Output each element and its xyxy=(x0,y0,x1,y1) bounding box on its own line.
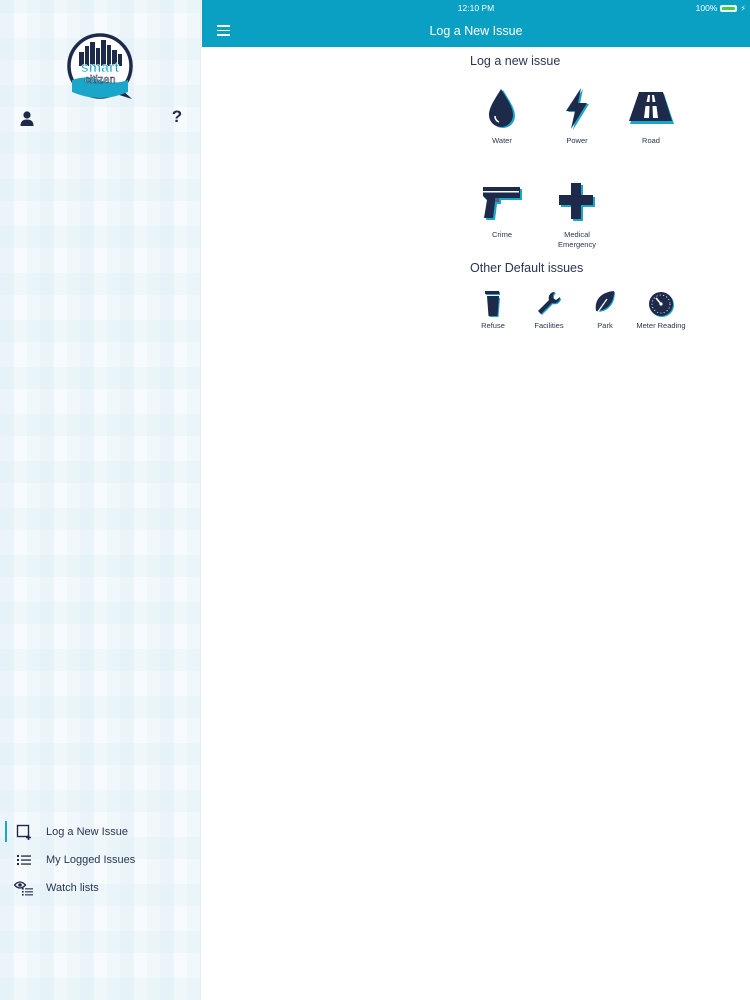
nav-label: Log a New Issue xyxy=(46,826,128,838)
battery-percent: 100% xyxy=(695,3,718,13)
category-label-line2: Emergency xyxy=(558,240,596,249)
default-facilities[interactable]: Facilities xyxy=(524,290,574,331)
default-label: Park xyxy=(597,321,613,330)
category-road[interactable]: Road xyxy=(621,86,681,146)
status-time: 12:10 PM xyxy=(457,3,495,13)
sidebar: smart citizen ? Log a New Issue My Logge… xyxy=(0,0,201,1000)
add-issue-icon xyxy=(14,822,34,842)
default-label: Meter Reading xyxy=(636,321,686,330)
section-title-default-issues: Other Default issues xyxy=(470,261,584,275)
section-title-new-issue: Log a new issue xyxy=(470,54,561,68)
trash-icon xyxy=(485,291,500,317)
nav-label: My Logged Issues xyxy=(46,854,136,866)
top-bar: 12:10 PM 100% ⚡ Log a New Issue xyxy=(202,0,750,47)
help-button[interactable]: ? xyxy=(168,107,186,126)
category-label-line1: Medical xyxy=(564,230,590,239)
category-label: Water xyxy=(492,136,512,145)
default-label: Refuse xyxy=(481,321,505,330)
category-crime[interactable]: Crime xyxy=(472,180,532,240)
wrench-icon xyxy=(538,291,562,315)
default-refuse[interactable]: Refuse xyxy=(468,290,518,331)
category-label: Crime xyxy=(492,230,512,239)
road-icon xyxy=(629,92,674,124)
nav-item-watch-lists[interactable]: Watch lists xyxy=(0,874,200,902)
smart-citizen-logo: smart citizen xyxy=(67,33,133,99)
nav-label: Watch lists xyxy=(46,882,99,894)
category-label: Road xyxy=(642,136,660,145)
side-navigation: Log a New Issue My Logged Issues Watch l… xyxy=(0,818,200,902)
page-title: Log a New Issue xyxy=(429,24,523,38)
nav-item-log-new-issue[interactable]: Log a New Issue xyxy=(0,818,200,846)
svg-text:citizen: citizen xyxy=(84,74,115,86)
charging-icon: ⚡ xyxy=(740,3,746,13)
battery-status: 100% ⚡ xyxy=(696,3,746,13)
medical-cross-icon xyxy=(559,183,595,221)
default-park[interactable]: Park xyxy=(580,290,630,331)
svg-text:smart: smart xyxy=(81,59,119,75)
category-medical-emergency[interactable]: Medical Emergency xyxy=(547,180,607,250)
category-power[interactable]: Power xyxy=(547,86,607,146)
default-label: Facilities xyxy=(534,321,564,330)
default-meter-reading[interactable]: Meter Reading xyxy=(632,290,690,331)
meter-icon xyxy=(649,292,674,317)
active-indicator xyxy=(5,821,7,842)
battery-icon xyxy=(720,4,738,12)
lightning-icon xyxy=(566,88,589,130)
leaf-icon xyxy=(594,291,615,317)
eye-list-icon xyxy=(14,878,34,898)
category-label: Power xyxy=(566,136,588,145)
user-profile-icon[interactable] xyxy=(18,109,36,127)
category-water[interactable]: Water xyxy=(472,86,532,146)
gun-icon xyxy=(483,187,522,220)
list-icon xyxy=(14,850,34,870)
nav-item-my-logged-issues[interactable]: My Logged Issues xyxy=(0,846,200,874)
water-drop-icon xyxy=(489,89,515,128)
